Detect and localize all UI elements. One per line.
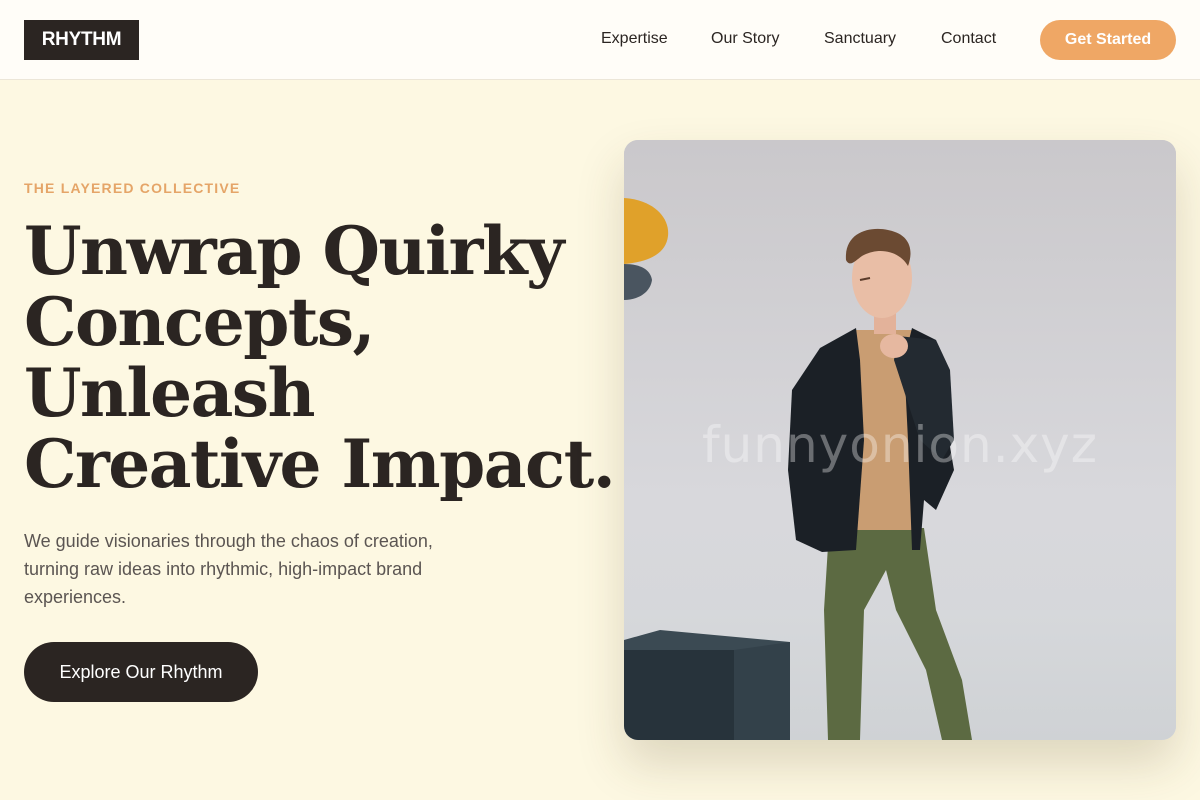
hero-eyebrow: THE LAYERED COLLECTIVE (24, 180, 241, 196)
headline-line-1: Unwrap Quirky (24, 212, 564, 290)
get-started-button[interactable]: Get Started (1040, 20, 1176, 60)
nav-link-contact[interactable]: Contact (941, 29, 996, 49)
brand-logo[interactable]: RHYTHM (24, 20, 139, 60)
hero-headline: Unwrap Quirky Concepts, Unleash Creative… (24, 212, 616, 503)
nav-link-our-story[interactable]: Our Story (711, 29, 779, 49)
headline-line-2: Concepts, (24, 283, 375, 361)
photo-illustration (624, 140, 1176, 740)
hero-photo: funnyonion.xyz (624, 140, 1176, 740)
nav-link-expertise[interactable]: Expertise (601, 29, 668, 49)
site-header: RHYTHM Expertise Our Story Sanctuary Con… (0, 0, 1200, 80)
headline-line-4: Creative Impact. (24, 425, 616, 503)
explore-button[interactable]: Explore Our Rhythm (24, 642, 258, 702)
hero-subtext: We guide visionaries through the chaos o… (24, 531, 433, 607)
nav-link-sanctuary[interactable]: Sanctuary (824, 29, 896, 49)
headline-line-3: Unleash (24, 354, 316, 432)
